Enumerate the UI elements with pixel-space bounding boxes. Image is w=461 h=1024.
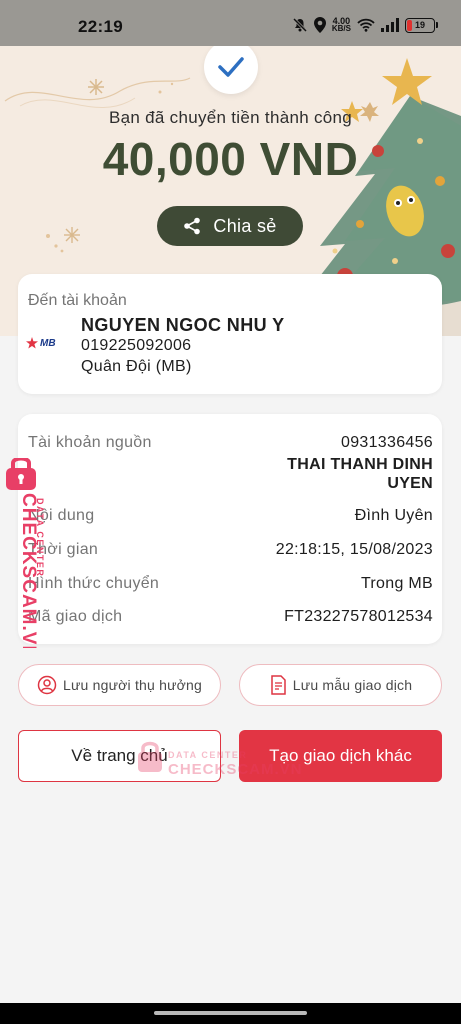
source-account-name-line2: UYEN bbox=[387, 475, 433, 492]
snowflake-icon-small bbox=[64, 227, 80, 243]
transaction-details-card: Tài khoản nguồn 0931336456 THAI THANH DI… bbox=[18, 414, 442, 644]
battery-icon: 19 bbox=[405, 17, 438, 33]
mb-star-icon bbox=[26, 337, 38, 349]
mute-icon bbox=[292, 17, 307, 33]
recipient-label: Đến tài khoản bbox=[28, 292, 127, 309]
watermark-center-sub: DATA CENTER bbox=[168, 750, 247, 760]
checkmark-icon bbox=[218, 57, 244, 77]
snowflake-icon bbox=[88, 79, 104, 95]
signal-icon bbox=[381, 18, 399, 32]
recipient-account: 019225092006 bbox=[81, 337, 192, 354]
recipient-name: NGUYEN NGOC NHU Y bbox=[81, 315, 285, 335]
battery-level: 19 bbox=[414, 20, 425, 30]
method-value: Trong MB bbox=[360, 575, 433, 592]
recipient-card: Đến tài khoản MB NGUYEN NGOC NHU Y 01922… bbox=[18, 274, 442, 394]
source-account-name-line1: THAI THANH DINH bbox=[287, 456, 433, 473]
transfer-amount: 40,000 VND bbox=[102, 133, 359, 185]
battery-fill bbox=[407, 19, 412, 31]
recipient-bank: Quân Đội (MB) bbox=[81, 358, 192, 375]
time-value: 22:18:15, 15/08/2023 bbox=[275, 541, 433, 558]
source-account-label: Tài khoản nguồn bbox=[28, 434, 152, 451]
watermark-center-brand: CHECKSCAM.VN bbox=[168, 761, 303, 778]
mb-logo-text: MB bbox=[40, 337, 56, 349]
location-icon bbox=[313, 17, 326, 33]
system-navigation-bar bbox=[0, 1003, 461, 1024]
share-button[interactable]: Chia sẻ bbox=[157, 206, 303, 246]
share-icon bbox=[184, 217, 201, 235]
transaction-id-value: FT23227578012534 bbox=[284, 608, 433, 625]
status-bar: 22:19 4.00 KB/S 19 bbox=[0, 0, 461, 46]
status-icons: 4.00 KB/S 19 bbox=[292, 16, 438, 34]
success-message: Bạn đã chuyển tiền thành công bbox=[108, 108, 353, 127]
speed-unit: KB/S bbox=[331, 24, 351, 33]
checkscam-watermark-side: CHECKSCAM.VN DATA CENTER bbox=[6, 458, 45, 648]
save-beneficiary-button[interactable]: Lưu người thụ hưởng bbox=[18, 664, 221, 706]
document-icon bbox=[271, 675, 286, 695]
star-icon bbox=[382, 58, 432, 105]
checkscam-watermark-center: DATA CENTER CHECKSCAM.VN bbox=[138, 741, 303, 778]
network-speed: 4.00 KB/S bbox=[332, 17, 351, 33]
mb-bank-logo: MB bbox=[26, 337, 56, 349]
save-template-label: Lưu mẫu giao dịch bbox=[292, 677, 413, 693]
content-value: Đình Uyên bbox=[354, 507, 433, 524]
battery-tip bbox=[436, 21, 438, 28]
watermark-sub: DATA CENTER bbox=[35, 498, 45, 577]
share-label: Chia sẻ bbox=[213, 215, 277, 236]
wifi-icon bbox=[357, 18, 375, 32]
save-beneficiary-label: Lưu người thụ hưởng bbox=[62, 677, 203, 693]
home-gesture-handle[interactable] bbox=[154, 1011, 307, 1015]
save-template-button[interactable]: Lưu mẫu giao dịch bbox=[239, 664, 442, 706]
source-account-number: 0931336456 bbox=[341, 434, 433, 451]
status-time: 22:19 bbox=[78, 17, 123, 36]
user-circle-icon bbox=[37, 675, 57, 695]
